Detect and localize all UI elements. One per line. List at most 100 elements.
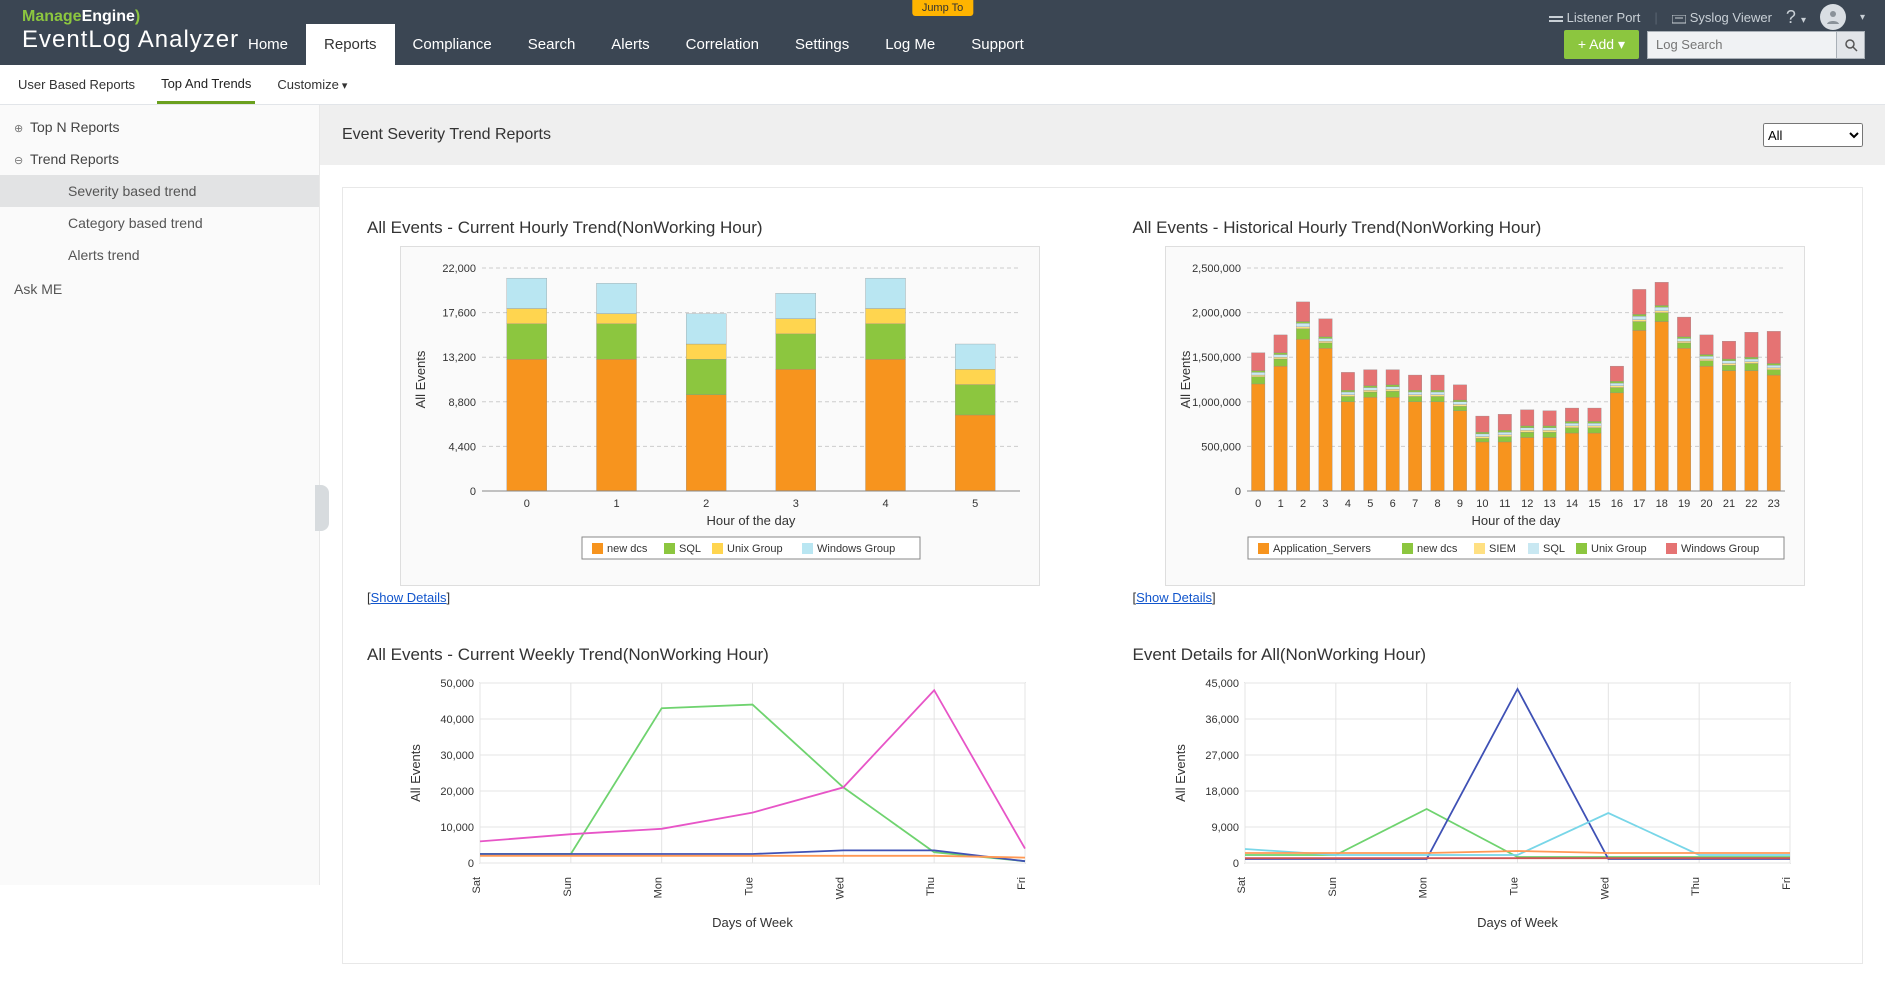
svg-text:500,000: 500,000 xyxy=(1201,441,1241,453)
svg-text:22: 22 xyxy=(1746,498,1758,510)
svg-text:Sun: Sun xyxy=(562,877,574,897)
sidebar-leaf-severity-based-trend[interactable]: Severity based trend xyxy=(0,175,319,207)
svg-text:Hour of the day: Hour of the day xyxy=(1472,513,1561,528)
sub-nav: User Based Reports Top And Trends Customiz… xyxy=(0,65,1885,105)
svg-text:Thu: Thu xyxy=(1690,877,1702,896)
ask-me-link[interactable]: Ask ME xyxy=(0,271,319,307)
search-icon xyxy=(1844,38,1858,52)
svg-text:Mon: Mon xyxy=(652,877,664,898)
svg-text:2: 2 xyxy=(703,498,709,510)
svg-text:Tue: Tue xyxy=(1509,877,1521,896)
svg-text:Days of Week: Days of Week xyxy=(712,915,793,930)
svg-text:2,000,000: 2,000,000 xyxy=(1192,308,1241,320)
log-search-button[interactable] xyxy=(1837,31,1865,59)
svg-text:Sat: Sat xyxy=(471,877,483,894)
chart-title: All Events - Current Hourly Trend(NonWor… xyxy=(367,218,1073,238)
svg-text:0: 0 xyxy=(1235,486,1241,498)
chart-card-c1: All Events - Current Hourly Trend(NonWor… xyxy=(367,218,1073,605)
svg-text:30,000: 30,000 xyxy=(440,750,474,762)
svg-text:7: 7 xyxy=(1412,498,1418,510)
subnav-top-and-trends[interactable]: Top And Trends xyxy=(157,66,255,104)
subnav-customize[interactable]: Customize xyxy=(273,67,351,102)
svg-text:8,800: 8,800 xyxy=(448,397,476,409)
nav-tab-search[interactable]: Search xyxy=(510,24,594,65)
svg-text:21: 21 xyxy=(1723,498,1735,510)
svg-text:18: 18 xyxy=(1656,498,1668,510)
svg-text:1: 1 xyxy=(613,498,619,510)
svg-text:2: 2 xyxy=(1300,498,1306,510)
svg-text:10: 10 xyxy=(1477,498,1489,510)
syslog-icon xyxy=(1672,13,1686,23)
svg-text:10,000: 10,000 xyxy=(440,822,474,834)
syslog-viewer-link[interactable]: Syslog Viewer xyxy=(1672,10,1772,25)
svg-text:45,000: 45,000 xyxy=(1206,678,1240,690)
svg-text:4: 4 xyxy=(882,498,888,510)
sidebar-node-trend-reports[interactable]: ⊖Trend Reports xyxy=(0,143,319,175)
listener-port-link[interactable]: Listener Port xyxy=(1549,10,1641,25)
nav-tab-correlation[interactable]: Correlation xyxy=(668,24,777,65)
nav-tab-support[interactable]: Support xyxy=(953,24,1042,65)
user-menu-caret[interactable]: ▾ xyxy=(1860,12,1865,23)
nav-tab-reports[interactable]: Reports xyxy=(306,24,395,65)
svg-text:All Events: All Events xyxy=(408,744,423,802)
svg-text:Windows Group: Windows Group xyxy=(817,543,895,555)
chart-title: All Events - Historical Hourly Trend(Non… xyxy=(1133,218,1839,238)
svg-text:new dcs: new dcs xyxy=(607,543,648,555)
svg-text:new dcs: new dcs xyxy=(1417,543,1458,555)
plus-icon: ⊕ xyxy=(14,122,26,135)
svg-text:SQL: SQL xyxy=(1543,543,1565,555)
svg-text:Sat: Sat xyxy=(1236,877,1248,894)
subnav-user-based-reports[interactable]: User Based Reports xyxy=(14,67,139,102)
svg-text:Sun: Sun xyxy=(1327,877,1339,897)
svg-text:0: 0 xyxy=(468,858,474,870)
show-details-link[interactable]: Show Details xyxy=(371,590,447,605)
svg-text:13: 13 xyxy=(1544,498,1556,510)
nav-tab-alerts[interactable]: Alerts xyxy=(593,24,667,65)
sidebar-leaf-category-based-trend[interactable]: Category based trend xyxy=(0,207,319,239)
listener-icon xyxy=(1549,13,1563,23)
svg-text:0: 0 xyxy=(470,486,476,498)
svg-text:Unix Group: Unix Group xyxy=(727,543,783,555)
show-details-link[interactable]: Show Details xyxy=(1136,590,1212,605)
svg-text:20,000: 20,000 xyxy=(440,786,474,798)
chart-title: All Events - Current Weekly Trend(NonWor… xyxy=(367,645,1073,665)
svg-text:All Events: All Events xyxy=(413,350,428,408)
nav-tab-home[interactable]: Home xyxy=(230,24,306,65)
svg-text:Wed: Wed xyxy=(1600,877,1612,899)
svg-text:Unix Group: Unix Group xyxy=(1591,543,1647,555)
svg-text:36,000: 36,000 xyxy=(1206,714,1240,726)
svg-text:Windows Group: Windows Group xyxy=(1681,543,1759,555)
svg-text:14: 14 xyxy=(1566,498,1578,510)
add-button[interactable]: + Add xyxy=(1564,30,1639,59)
nav-tab-settings[interactable]: Settings xyxy=(777,24,867,65)
svg-text:1,000,000: 1,000,000 xyxy=(1192,397,1241,409)
svg-text:17,600: 17,600 xyxy=(442,308,476,320)
log-search-input[interactable] xyxy=(1647,31,1837,59)
svg-text:4,400: 4,400 xyxy=(448,441,476,453)
help-menu[interactable]: ? ▾ xyxy=(1786,7,1806,28)
svg-text:Fri: Fri xyxy=(1781,877,1793,890)
page-title: Event Severity Trend Reports xyxy=(342,126,551,144)
sidebar-node-top-n-reports[interactable]: ⊕Top N Reports xyxy=(0,111,319,143)
top-bar: Jump To ManageEngine) EventLog Analyzer … xyxy=(0,0,1885,65)
nav-tab-compliance[interactable]: Compliance xyxy=(395,24,510,65)
svg-text:15: 15 xyxy=(1589,498,1601,510)
svg-text:16: 16 xyxy=(1611,498,1623,510)
svg-text:8: 8 xyxy=(1435,498,1441,510)
filter-select[interactable]: All xyxy=(1763,123,1863,147)
user-avatar[interactable] xyxy=(1820,4,1846,30)
svg-text:1: 1 xyxy=(1278,498,1284,510)
svg-text:4: 4 xyxy=(1345,498,1351,510)
svg-text:Mon: Mon xyxy=(1418,877,1430,898)
sidebar-collapse-handle[interactable] xyxy=(315,485,329,531)
svg-text:5: 5 xyxy=(972,498,978,510)
svg-text:11: 11 xyxy=(1499,498,1510,510)
svg-text:Hour of the day: Hour of the day xyxy=(706,513,795,528)
jump-to-button[interactable]: Jump To xyxy=(912,0,973,16)
svg-text:Days of Week: Days of Week xyxy=(1477,915,1558,930)
svg-text:6: 6 xyxy=(1390,498,1396,510)
sidebar-leaf-alerts-trend[interactable]: Alerts trend xyxy=(0,239,319,271)
nav-tab-log-me[interactable]: Log Me xyxy=(867,24,953,65)
svg-text:0: 0 xyxy=(1233,858,1239,870)
svg-text:40,000: 40,000 xyxy=(440,714,474,726)
